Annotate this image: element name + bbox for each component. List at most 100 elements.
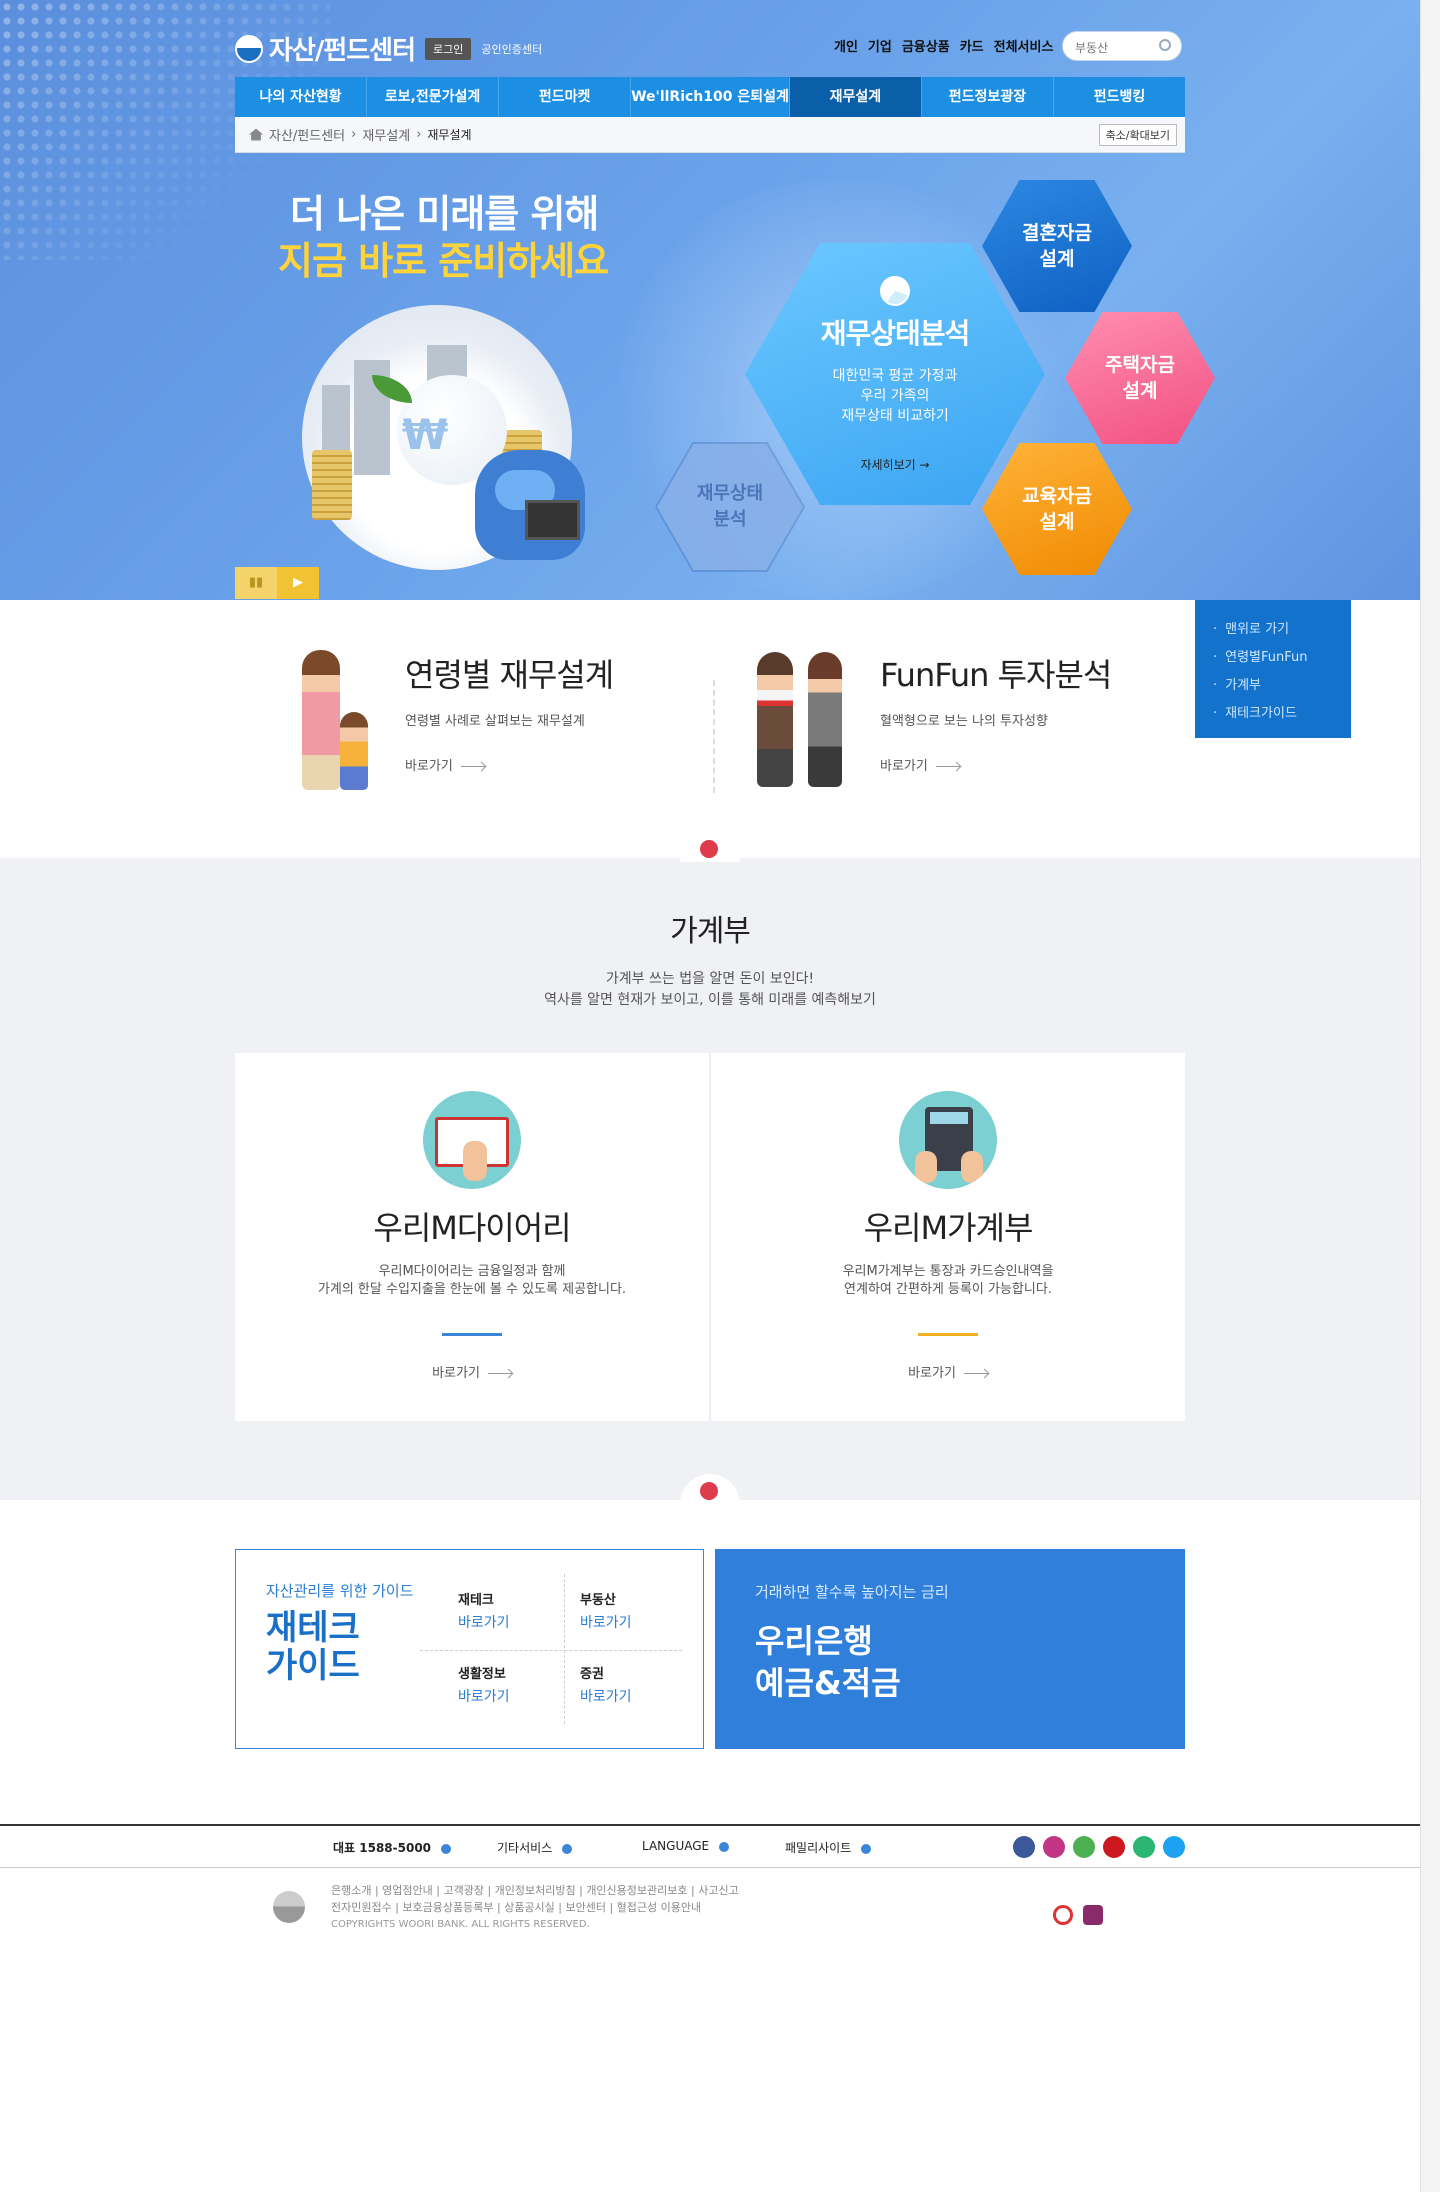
quick-item-funfun[interactable]: 연령별FunFun xyxy=(1213,644,1333,672)
card-desc-line: 가계의 한달 수입지출을 한눈에 볼 수 있도록 제공합니다. xyxy=(317,1282,627,1297)
pin-icon xyxy=(700,1482,718,1500)
calculator-icon xyxy=(899,1091,997,1189)
gnb-item-fund-market[interactable]: 펀드마켓 xyxy=(499,77,632,117)
top-link-products[interactable]: 금융상품 xyxy=(902,36,950,55)
budget-title: 가계부 xyxy=(670,914,751,949)
guide-cell-realestate[interactable]: 부동산 바로가기 xyxy=(580,1590,632,1634)
guide-cell-link[interactable]: 바로가기 xyxy=(458,1686,510,1708)
gnb-item-retirement[interactable]: We'llRich100 은퇴설계 xyxy=(631,77,790,117)
feature-link[interactable]: 바로가기 xyxy=(880,755,1111,774)
savings-subtitle: 거래하면 할수록 높아지는 금리 xyxy=(755,1583,949,1601)
zoom-button[interactable]: 축소/확대보기 xyxy=(1098,124,1177,146)
savings-banner[interactable]: 거래하면 할수록 높아지는 금리 우리은행 예금&적금 xyxy=(715,1549,1185,1749)
robot-mascot xyxy=(475,450,585,560)
hex-more-link[interactable]: 자세히보기 → xyxy=(860,456,929,473)
footer-nav-family-sites[interactable]: 패밀리사이트 xyxy=(785,1839,872,1856)
footer-links-row[interactable]: 전자민원접수 | 보호금융상품등록부 | 상품공시실 | 보안센터 | 혈접근성… xyxy=(331,1899,739,1916)
card-link[interactable]: 바로가기 xyxy=(235,1362,709,1381)
laptop-icon xyxy=(525,500,580,540)
facebook-icon[interactable] xyxy=(1013,1836,1035,1858)
quick-item-top[interactable]: 맨위로 가기 xyxy=(1213,616,1333,644)
guide-cell-link[interactable]: 바로가기 xyxy=(580,1686,632,1708)
guide-cell-investment[interactable]: 재테크 바로가기 xyxy=(458,1590,510,1634)
guide-cell-name: 재테크 xyxy=(458,1593,494,1608)
arrow-right-icon xyxy=(963,1373,988,1374)
kakao-icon[interactable] xyxy=(1073,1836,1095,1858)
feature-divider xyxy=(713,680,715,793)
card-accent-bar xyxy=(918,1333,978,1336)
top-link-card[interactable]: 카드 xyxy=(960,36,984,55)
footer-navigation: 대표 1588-5000 기타서비스 LANGUAGE 패밀리사이트 xyxy=(0,1826,1420,1868)
card-m-diary[interactable]: 우리M다이어리 우리M다이어리는 금융일정과 함께 가계의 한달 수입지출을 한… xyxy=(235,1053,709,1421)
top-link-corporate[interactable]: 기업 xyxy=(868,36,892,55)
guide-cell-link[interactable]: 바로가기 xyxy=(580,1612,632,1634)
card-link-label: 바로가기 xyxy=(908,1366,956,1381)
feature-link[interactable]: 바로가기 xyxy=(405,755,613,774)
calculator-screen xyxy=(930,1112,968,1124)
chevron-down-icon xyxy=(562,1843,573,1854)
savings-title: 우리은행 예금&적금 xyxy=(755,1620,1145,1704)
top-link-all-services[interactable]: 전체서비스 xyxy=(994,36,1054,55)
card-title: 우리M다이어리 xyxy=(373,1209,571,1247)
gnb-item-fund-info[interactable]: 펀드정보광장 xyxy=(922,77,1054,117)
page-scrollbar[interactable] xyxy=(1420,0,1440,2192)
arrow-right-icon xyxy=(487,1373,512,1374)
budget-desc-line: 가계부 쓰는 법을 알면 돈이 보인다! xyxy=(605,971,815,987)
feature-age-planning: 연령별 재무설계 연령별 사례로 살펴보는 재무설계 바로가기 xyxy=(405,650,614,774)
guide-cell-name: 부동산 xyxy=(580,1593,616,1608)
footer-nav-language[interactable]: LANGUAGE xyxy=(642,1839,730,1853)
guide-cell-lifestyle[interactable]: 생활정보 바로가기 xyxy=(458,1664,510,1708)
main-navigation: 나의 자산현황 로보,전문가설계 펀드마켓 We'llRich100 은퇴설계 … xyxy=(235,77,1185,117)
search-input[interactable]: 부동산 xyxy=(1062,31,1182,61)
instagram-icon[interactable] xyxy=(1043,1836,1065,1858)
hex-education-label: 교육자금 설계 xyxy=(1022,485,1092,533)
login-button[interactable]: 로그인 xyxy=(425,37,472,60)
guide-cell-link[interactable]: 바로가기 xyxy=(458,1612,510,1634)
quick-item-guide[interactable]: 재테크가이드 xyxy=(1213,700,1333,728)
cert-center-link[interactable]: 공인인증센터 xyxy=(481,41,542,57)
woori-logo-icon xyxy=(235,34,263,63)
play-icon[interactable]: ▶ xyxy=(277,567,319,599)
youtube-icon[interactable] xyxy=(1103,1836,1125,1858)
card-desc-line: 우리M가계부는 통장과 카드승인내역을 xyxy=(842,1264,1054,1279)
pause-icon[interactable]: ▮▮ xyxy=(235,567,277,599)
top-link-personal[interactable]: 개인 xyxy=(834,36,858,55)
guide-cell-name: 증권 xyxy=(580,1667,604,1682)
card-link[interactable]: 바로가기 xyxy=(711,1362,1185,1381)
breadcrumb-item[interactable]: 자산/펀드센터 xyxy=(269,125,345,144)
chevron-down-icon xyxy=(441,1843,452,1854)
footer-links: 은행소개 | 영업점안내 | 고객광장 | 개인정보처리방침 | 개인신용정보관… xyxy=(331,1882,739,1933)
copyright-text: COPYRIGHTS WOORI BANK. ALL RIGHTS RESERV… xyxy=(331,1919,590,1930)
home-icon[interactable] xyxy=(249,128,263,141)
site-logo[interactable]: 자산/펀드센터 로그인 공인인증센터 xyxy=(235,30,542,67)
card-m-budget[interactable]: 우리M가계부 우리M가계부는 통장과 카드승인내역을 연계하여 간편하게 등록이… xyxy=(711,1053,1185,1421)
feature-title: FunFun 투자분석 xyxy=(880,656,1112,694)
hex-desc-line: 재무상태 비교하기 xyxy=(841,407,949,424)
guide-grid-line xyxy=(420,1650,682,1651)
feature-description: 혈액형으로 보는 나의 투자성향 xyxy=(880,714,1048,729)
chevron-down-icon xyxy=(861,1843,872,1854)
pin-icon xyxy=(700,840,718,858)
gnb-item-my-assets[interactable]: 나의 자산현황 xyxy=(235,77,368,117)
hand-shape xyxy=(915,1151,937,1183)
quick-item-budget[interactable]: 가계부 xyxy=(1213,672,1333,700)
play-icon[interactable] xyxy=(1133,1836,1155,1858)
hex-house-plan[interactable]: 주택자금 설계 xyxy=(1065,312,1215,444)
gnb-item-fund-banking[interactable]: 펀드뱅킹 xyxy=(1054,77,1185,117)
search-placeholder: 부동산 xyxy=(1075,41,1109,55)
child-figure xyxy=(340,712,368,790)
card-accent-bar xyxy=(442,1333,502,1336)
breadcrumb-item[interactable]: 재무설계 xyxy=(362,125,410,144)
footer-nav-other-services[interactable]: 기타서비스 xyxy=(497,1839,573,1856)
twitter-icon[interactable] xyxy=(1163,1836,1185,1858)
gnb-item-financial-planning[interactable]: 재무설계 xyxy=(789,77,922,117)
hand-shape xyxy=(961,1151,983,1183)
search-icon[interactable] xyxy=(1159,39,1171,51)
footer-nav-phone[interactable]: 대표 1588-5000 xyxy=(333,1839,452,1856)
gnb-item-robo-advisor[interactable]: 로보,전문가설계 xyxy=(367,77,500,117)
arrow-right-icon xyxy=(935,766,960,767)
footer-links-row[interactable]: 은행소개 | 영업점안내 | 고객광장 | 개인정보처리방침 | 개인신용정보관… xyxy=(331,1882,739,1899)
budget-description: 가계부 쓰는 법을 알면 돈이 보인다! 역사를 알면 현재가 보이고, 이를 … xyxy=(0,969,1420,1011)
guide-cell-securities[interactable]: 증권 바로가기 xyxy=(580,1664,632,1708)
hex-ghost-label: 재무상태 분석 xyxy=(696,483,764,530)
